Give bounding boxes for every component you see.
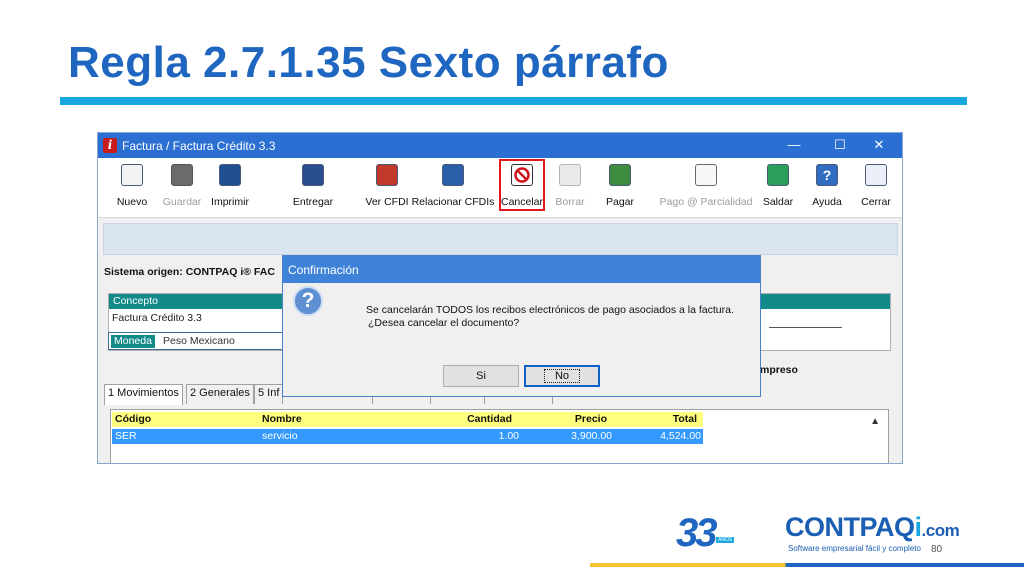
relacionar-cfdis-button[interactable]: Relacionar CFDIs bbox=[411, 164, 495, 214]
col-total[interactable]: Total bbox=[642, 413, 697, 425]
col-cantidad[interactable]: Cantidad bbox=[452, 413, 512, 425]
deliver-icon bbox=[302, 164, 324, 186]
tab-edge bbox=[430, 396, 431, 404]
dialog-message-line2: ¿Desea cancelar el documento? bbox=[368, 317, 520, 329]
delete-icon bbox=[559, 164, 581, 186]
settle-icon bbox=[767, 164, 789, 186]
cell-precio: 3,900.00 bbox=[571, 430, 612, 442]
confirmation-dialog: Confirmación ? Se cancelarán TODOS los r… bbox=[282, 255, 761, 397]
col-codigo[interactable]: Código bbox=[115, 413, 151, 425]
tab-edge bbox=[552, 396, 553, 404]
no-button[interactable]: No bbox=[524, 365, 600, 387]
cancel-highlight-box bbox=[499, 159, 545, 211]
info-band bbox=[103, 223, 898, 255]
scroll-up-arrow-icon[interactable]: ▲ bbox=[870, 416, 880, 427]
brand-name: CONTPAQ bbox=[785, 512, 915, 542]
brand-i: i bbox=[914, 512, 923, 542]
footer-stripe bbox=[590, 563, 1024, 567]
cell-nombre: servicio bbox=[262, 430, 298, 442]
yes-button[interactable]: Si bbox=[443, 365, 519, 387]
col-precio[interactable]: Precio bbox=[552, 413, 607, 425]
title-rule bbox=[60, 97, 967, 105]
cell-cantidad: 1.00 bbox=[498, 430, 519, 442]
new-document-icon bbox=[121, 164, 143, 186]
close-exit-icon bbox=[865, 164, 887, 186]
concept-underline bbox=[769, 327, 842, 328]
imprimir-button[interactable]: Imprimir bbox=[210, 164, 250, 214]
entregar-button[interactable]: Entregar bbox=[290, 164, 336, 214]
cell-codigo: SER bbox=[115, 430, 137, 442]
tab-info[interactable]: 5 Inf bbox=[254, 384, 284, 404]
table-row[interactable]: SER servicio 1.00 3,900.00 4,524.00 bbox=[112, 429, 703, 444]
help-icon: ? bbox=[816, 164, 838, 186]
print-icon bbox=[219, 164, 241, 186]
parcialidad-icon-slot bbox=[708, 164, 748, 214]
movements-grid: Código Nombre Cantidad Precio Total SER … bbox=[110, 409, 889, 463]
anniversary-logo: 33 AÑOS bbox=[676, 511, 736, 555]
tab-edge bbox=[372, 396, 373, 404]
tab-edge bbox=[484, 396, 485, 404]
cerrar-button[interactable]: Cerrar bbox=[856, 164, 896, 214]
slide-title: Regla 2.7.1.35 Sexto párrafo bbox=[68, 38, 669, 87]
brand-tagline: Software empresarial fácil y completo bbox=[788, 544, 921, 553]
tab-movimientos[interactable]: 1 Movimientos bbox=[104, 384, 183, 405]
anniversary-sub: AÑOS bbox=[716, 537, 735, 543]
page-number: 80 bbox=[931, 544, 943, 555]
source-system-label: Sistema origen: CONTPAQ i® FAC bbox=[104, 266, 275, 278]
window-close-button[interactable]: ✕ bbox=[866, 136, 892, 154]
grid-header: Código Nombre Cantidad Precio Total bbox=[112, 412, 703, 427]
currency-value: Peso Mexicano bbox=[163, 335, 235, 347]
dialog-message: Se cancelarán TODOS los recibos electrón… bbox=[366, 304, 734, 330]
brand-logo: CONTPAQi.com bbox=[785, 512, 960, 543]
col-nombre[interactable]: Nombre bbox=[262, 413, 302, 425]
tab-generales[interactable]: 2 Generales bbox=[186, 384, 254, 404]
anniversary-number: 33 bbox=[676, 511, 717, 555]
view-cfdi-icon bbox=[376, 164, 398, 186]
relate-cfdi-icon bbox=[442, 164, 464, 186]
dialog-message-line1: Se cancelarán TODOS los recibos electrón… bbox=[366, 304, 734, 316]
question-icon: ? bbox=[293, 286, 323, 316]
cell-total: 4,524.00 bbox=[660, 430, 701, 442]
concept-value[interactable]: Factura Crédito 3.3 bbox=[112, 312, 202, 324]
pay-icon bbox=[609, 164, 631, 186]
maximize-button[interactable]: ☐ bbox=[827, 136, 853, 154]
borrar-button[interactable]: Borrar bbox=[550, 164, 590, 214]
window-title: Factura / Factura Crédito 3.3 bbox=[122, 139, 276, 153]
pagar-button[interactable]: Pagar bbox=[600, 164, 640, 214]
guardar-button[interactable]: Guardar bbox=[160, 164, 204, 214]
minimize-button[interactable]: — bbox=[781, 136, 807, 154]
no-button-label: No bbox=[543, 369, 581, 383]
ayuda-button[interactable]: ? Ayuda bbox=[806, 164, 848, 214]
dialog-title[interactable]: Confirmación bbox=[283, 256, 760, 283]
window-titlebar[interactable]: i Factura / Factura Crédito 3.3 — ☐ ✕ bbox=[98, 133, 902, 158]
save-icon bbox=[171, 164, 193, 186]
ver-cfdi-button[interactable]: Ver CFDI bbox=[364, 164, 410, 214]
nuevo-button[interactable]: Nuevo bbox=[112, 164, 152, 214]
brand-suffix: .com bbox=[921, 521, 960, 540]
currency-field[interactable]: Moneda Peso Mexicano bbox=[108, 332, 288, 350]
currency-label: Moneda bbox=[111, 335, 155, 348]
app-icon: i bbox=[103, 138, 117, 153]
saldar-button[interactable]: Saldar bbox=[758, 164, 798, 214]
print-status: mpreso bbox=[760, 364, 798, 376]
